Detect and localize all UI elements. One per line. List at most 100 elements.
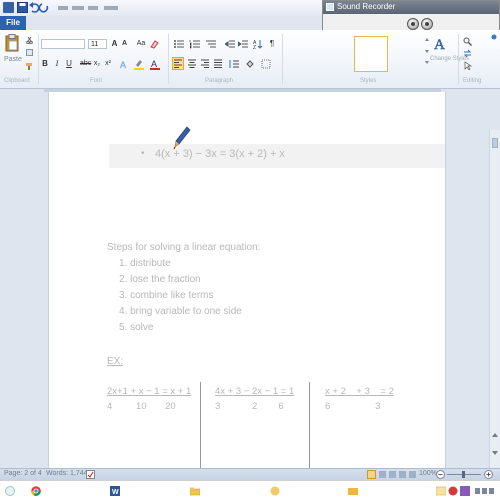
zoom-level[interactable]: 100% — [419, 470, 437, 477]
change-case-icon[interactable]: Aa — [135, 39, 147, 49]
shading-icon[interactable] — [245, 59, 255, 69]
show-formatting-icon[interactable]: ¶ — [268, 39, 276, 49]
increase-indent-icon[interactable] — [237, 39, 248, 49]
grow-font-icon[interactable]: A — [110, 39, 119, 49]
start-icon[interactable] — [5, 486, 15, 496]
ribbon-help-icon[interactable] — [491, 32, 497, 40]
superscript-button[interactable]: x² — [104, 59, 112, 69]
fraction-example-3-numerators[interactable]: x + 2 + 3 = 2 — [325, 386, 394, 397]
system-tray-icon[interactable] — [475, 486, 495, 496]
step-item[interactable]: 1. distribute — [119, 258, 171, 269]
fraction-example-2-denominators[interactable]: 3 2 6 — [215, 401, 284, 412]
scroll-thumb[interactable] — [492, 138, 498, 148]
window-title — [160, 3, 320, 13]
sound-recorder-titlebar[interactable]: Sound Recorder — [323, 1, 499, 14]
style-gallery-item[interactable] — [354, 36, 388, 72]
italic-button[interactable]: I — [53, 59, 61, 69]
page-count[interactable]: Page: 2 of 4 — [4, 470, 42, 477]
print-layout-button[interactable] — [367, 470, 376, 479]
numbering-icon[interactable] — [189, 39, 201, 49]
styles-scroll-icon[interactable] — [424, 37, 430, 67]
fraction-example-1-denominators[interactable]: 4 10 20 — [107, 401, 176, 412]
shrink-font-icon[interactable]: A — [120, 39, 129, 49]
qat-item-icon[interactable] — [72, 6, 84, 10]
replace-icon[interactable] — [463, 49, 472, 58]
bullets-icon[interactable] — [173, 39, 185, 49]
file-tab[interactable]: File — [0, 16, 26, 30]
qat-item-icon[interactable] — [88, 6, 98, 10]
ribbon: Paste Clipboard 11 A A Aa B I U abc x₂ x… — [0, 30, 500, 89]
sound-recorder-window[interactable]: Sound Recorder — [322, 0, 500, 34]
qat-item-icon[interactable] — [58, 6, 68, 10]
ribbon-separator — [38, 34, 39, 84]
align-right-icon[interactable] — [200, 59, 210, 69]
styles-group-label: Styles — [360, 78, 377, 84]
find-icon[interactable] — [463, 37, 472, 46]
text-effects-icon[interactable]: A — [119, 59, 129, 71]
step-item[interactable]: 2. lose the fraction — [119, 274, 201, 285]
pause-button[interactable] — [407, 18, 419, 30]
align-center-icon[interactable] — [187, 59, 197, 69]
fraction-example-3-denominators[interactable]: 6 3 — [325, 401, 380, 412]
media-icon[interactable] — [270, 486, 280, 496]
folder-icon[interactable] — [189, 486, 201, 496]
line-spacing-icon[interactable] — [229, 59, 239, 69]
qat-customize-icon[interactable] — [104, 6, 118, 10]
step-item[interactable]: 3. combine like terms — [119, 290, 213, 301]
previous-page-icon[interactable] — [492, 430, 498, 437]
next-page-icon[interactable] — [492, 448, 498, 455]
ribbon-tab-row — [0, 16, 322, 30]
paste-label[interactable]: Paste — [4, 56, 22, 63]
decrease-indent-icon[interactable] — [224, 39, 235, 49]
ribbon-separator — [282, 34, 283, 84]
zoom-slider-thumb[interactable] — [462, 471, 465, 478]
highlight-icon[interactable] — [134, 59, 144, 70]
word-icon[interactable]: W — [110, 486, 120, 496]
step-item[interactable]: 5. solve — [119, 322, 153, 333]
word-count[interactable]: Words: 1,744 — [46, 470, 88, 477]
screen-recorder-icon[interactable] — [348, 486, 358, 496]
font-color-icon[interactable]: A — [150, 59, 160, 70]
bold-button[interactable]: B — [41, 59, 49, 69]
step-item[interactable]: 4. bring variable to one side — [119, 306, 242, 317]
select-icon[interactable] — [463, 61, 473, 71]
redo-icon[interactable] — [38, 2, 50, 13]
save-icon[interactable] — [17, 2, 28, 13]
clear-formatting-icon[interactable] — [150, 39, 159, 49]
fraction-example-1-numerators[interactable]: 2x+1 + x − 1 = x + 1 — [107, 386, 191, 397]
vertical-scrollbar[interactable] — [489, 130, 500, 468]
paste-icon[interactable] — [5, 34, 19, 52]
cut-icon[interactable] — [26, 36, 33, 45]
example-label[interactable]: EX: — [107, 356, 123, 367]
format-painter-icon[interactable] — [26, 62, 33, 70]
stop-button[interactable] — [421, 18, 433, 30]
font-size-combo[interactable]: 11 — [88, 39, 107, 49]
font-name-combo[interactable] — [41, 39, 85, 49]
chrome-icon[interactable] — [31, 486, 41, 496]
subscript-button[interactable]: x₂ — [93, 59, 101, 69]
multilevel-list-icon[interactable] — [205, 39, 217, 49]
app-icon[interactable] — [460, 486, 470, 496]
equation-bullet: • — [141, 148, 145, 159]
draft-button[interactable] — [409, 471, 416, 478]
full-screen-reading-button[interactable] — [379, 471, 386, 478]
svg-text:A: A — [434, 37, 445, 51]
proofing-icon[interactable] — [86, 470, 95, 479]
outline-button[interactable] — [399, 471, 406, 478]
web-layout-button[interactable] — [389, 471, 396, 478]
zoom-out-icon[interactable] — [436, 470, 445, 479]
borders-icon[interactable] — [261, 59, 271, 69]
document-page[interactable]: • 4(x + 3) − 3x = 3(x + 2) + x Steps for… — [48, 92, 446, 468]
paint-icon[interactable] — [435, 486, 447, 496]
align-left-button[interactable] — [172, 57, 184, 70]
zoom-in-icon[interactable] — [484, 470, 493, 479]
underline-button[interactable]: U — [65, 59, 73, 69]
copy-icon[interactable] — [26, 49, 33, 56]
steps-heading[interactable]: Steps for solving a linear equation: — [107, 242, 260, 253]
sort-icon[interactable]: AZ — [253, 39, 263, 51]
justify-icon[interactable] — [213, 59, 223, 69]
record-icon[interactable] — [448, 486, 458, 496]
fraction-example-2-numerators[interactable]: 4x + 3 − 2x − 1 = 1 — [215, 386, 294, 397]
change-styles-icon[interactable]: A — [433, 35, 453, 53]
strikethrough-button[interactable]: abc — [80, 59, 91, 69]
